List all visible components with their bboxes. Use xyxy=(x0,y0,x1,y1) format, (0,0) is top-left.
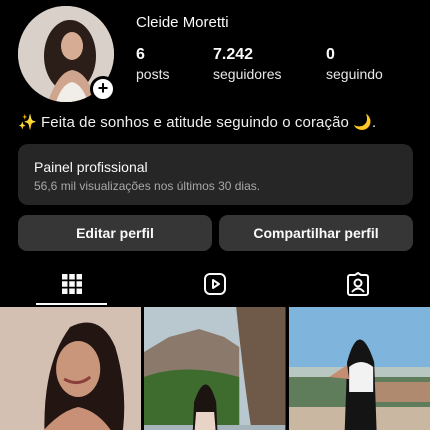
edit-profile-button[interactable]: Editar perfil xyxy=(18,215,212,251)
profile-avatar-container[interactable]: + xyxy=(18,6,116,102)
stat-following-label: seguindo xyxy=(326,66,383,82)
stat-posts[interactable]: 6 posts xyxy=(136,46,213,82)
tab-reels[interactable] xyxy=(143,262,286,306)
stat-following[interactable]: 0 seguindo xyxy=(326,46,383,82)
tab-posts-grid[interactable] xyxy=(0,262,143,306)
profile-tabs xyxy=(0,262,430,306)
tab-tagged[interactable] xyxy=(287,262,430,306)
photo-outdoor xyxy=(288,307,430,430)
profile-username: Cleide Moretti xyxy=(136,14,229,31)
pro-panel-subtitle: 56,6 mil visualizações nos últimos 30 di… xyxy=(34,179,261,193)
tagged-icon xyxy=(347,272,370,296)
add-story-plus-icon[interactable]: + xyxy=(90,76,116,102)
photo-portrait xyxy=(0,307,142,430)
posts-grid xyxy=(0,307,430,430)
pro-panel-title: Painel profissional xyxy=(34,159,148,175)
stat-posts-count: 6 xyxy=(136,46,145,63)
post-thumbnail-1[interactable] xyxy=(0,307,142,430)
share-profile-button[interactable]: Compartilhar perfil xyxy=(219,215,413,251)
post-thumbnail-3[interactable] xyxy=(288,307,430,430)
stat-followers[interactable]: 7.242 seguidores xyxy=(213,46,326,82)
stat-posts-label: posts xyxy=(136,66,170,82)
profile-bio: ✨ Feita de sonhos e atitude seguindo o c… xyxy=(18,114,377,131)
stat-followers-count: 7.242 xyxy=(213,46,254,63)
stat-followers-label: seguidores xyxy=(213,66,282,82)
stat-following-count: 0 xyxy=(326,46,335,63)
post-thumbnail-2[interactable] xyxy=(144,307,286,430)
grid-icon xyxy=(61,274,82,294)
photo-landscape xyxy=(144,307,286,430)
reels-icon xyxy=(203,273,226,295)
profile-stats: 6 posts 7.242 seguidores 0 seguindo xyxy=(136,46,383,82)
professional-dashboard-card[interactable]: Painel profissional 56,6 mil visualizaçõ… xyxy=(18,144,413,205)
